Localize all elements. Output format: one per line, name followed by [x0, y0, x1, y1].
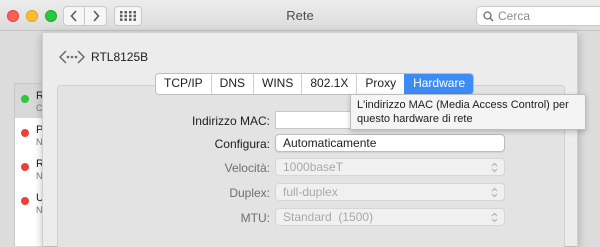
- status-dot-icon: [21, 95, 29, 103]
- tab-wins[interactable]: WINS: [253, 74, 302, 94]
- mtu-value: Standard (1500): [283, 210, 374, 224]
- mac-address-tooltip: L'indirizzo MAC (Media Access Control) p…: [350, 94, 586, 130]
- search-field[interactable]: [476, 6, 600, 26]
- tab-8021x[interactable]: 802.1X: [301, 74, 357, 94]
- duplex-popup[interactable]: full-duplex: [275, 183, 505, 201]
- mac-label: Indirizzo MAC:: [191, 114, 270, 128]
- ethernet-icon: [59, 50, 85, 64]
- mtu-label: MTU:: [240, 211, 270, 225]
- title-bar: Rete: [0, 0, 600, 31]
- velocita-value: 1000baseT: [283, 160, 344, 174]
- search-icon: [483, 10, 494, 21]
- configura-popup[interactable]: Automaticamente: [275, 134, 505, 152]
- search-input[interactable]: [498, 9, 588, 23]
- chevron-up-down-icon: [491, 212, 498, 223]
- status-dot-icon: [21, 163, 29, 171]
- velocita-popup[interactable]: 1000baseT: [275, 158, 505, 176]
- tab-hardware[interactable]: Hardware: [404, 74, 474, 94]
- tab-proxy[interactable]: Proxy: [356, 74, 405, 94]
- velocita-label: Velocità:: [224, 161, 270, 175]
- chevron-up-down-icon: [491, 162, 498, 173]
- tab-tcpip[interactable]: TCP/IP: [156, 74, 211, 94]
- status-dot-icon: [21, 129, 29, 137]
- duplex-value: full-duplex: [283, 185, 338, 199]
- status-dot-icon: [21, 197, 29, 205]
- configura-value: Automaticamente: [283, 136, 377, 150]
- tab-dns[interactable]: DNS: [210, 74, 254, 94]
- duplex-label: Duplex:: [229, 186, 270, 200]
- mtu-popup[interactable]: Standard (1500): [275, 208, 505, 226]
- chevron-up-down-icon: [491, 187, 498, 198]
- tab-bar: TCP/IP DNS WINS 802.1X Proxy Hardware: [155, 73, 475, 95]
- configura-label: Configura:: [214, 137, 270, 151]
- advanced-settings-sheet: RTL8125B Indirizzo MAC: Configura: Veloc…: [42, 32, 578, 247]
- device-name: RTL8125B: [91, 50, 149, 64]
